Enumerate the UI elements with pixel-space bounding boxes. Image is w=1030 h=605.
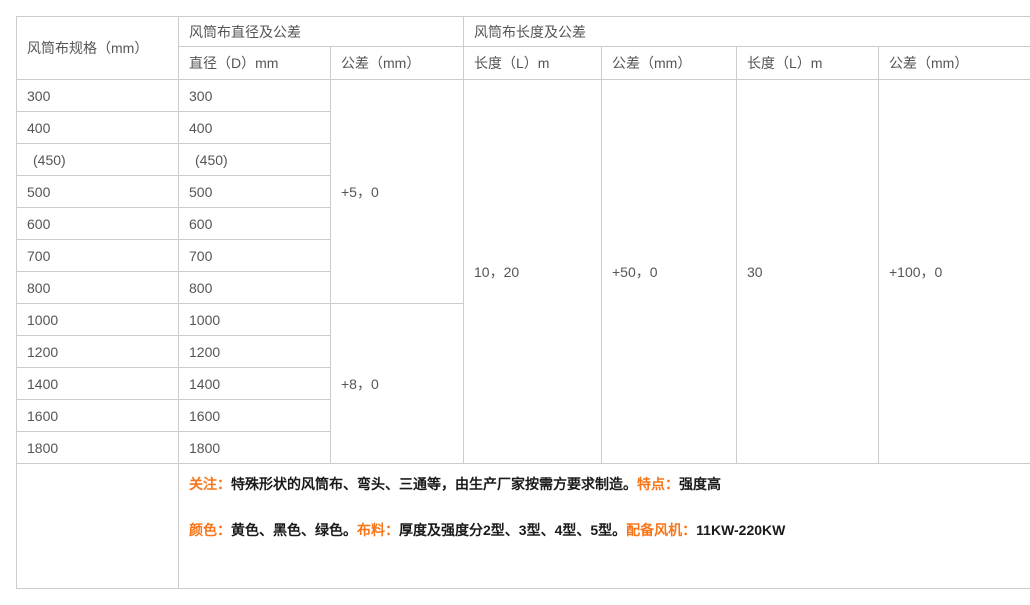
- duct-fabric-spec-table: 风筒布规格（mm） 风筒布直径及公差 风筒布长度及公差 直径（D）mm 公差（m…: [16, 16, 1030, 589]
- diameter-cell: 1200: [179, 336, 331, 368]
- note-label-fan: 配备风机：: [626, 522, 696, 538]
- spec-cell: 700: [17, 240, 179, 272]
- diameter-cell: 1400: [179, 368, 331, 400]
- spec-cell: 1800: [17, 432, 179, 464]
- note-label-attention: 关注：: [189, 476, 231, 492]
- spec-cell: 1200: [17, 336, 179, 368]
- diameter-cell: 700: [179, 240, 331, 272]
- note-text: 黄色、黑色、绿色。: [231, 522, 357, 538]
- notes-row: 关注：特殊形状的风筒布、弯头、三通等，由生产厂家按需方要求制造。特点：强度高 颜…: [17, 464, 1030, 589]
- note-label-feature: 特点：: [637, 476, 679, 492]
- note-line-2: 颜色：黄色、黑色、绿色。布料：厚度及强度分2型、3型、4型、5型。配备风机：11…: [189, 520, 1020, 540]
- header-length-2: 长度（L）m: [737, 47, 879, 80]
- spec-cell: 800: [17, 272, 179, 304]
- spec-cell: 1000: [17, 304, 179, 336]
- length-1-tolerance-cell: +50，0: [602, 80, 737, 464]
- header-length-1-tolerance: 公差（mm）: [602, 47, 737, 80]
- length-1-cell: 10，20: [464, 80, 602, 464]
- table-row: 300 300 +5，0 10，20 +50，0 30 +100，0: [17, 80, 1030, 112]
- notes-empty-cell: [17, 464, 179, 589]
- note-text: 强度高: [679, 476, 721, 492]
- diameter-cell: 300: [179, 80, 331, 112]
- notes-cell: 关注：特殊形状的风筒布、弯头、三通等，由生产厂家按需方要求制造。特点：强度高 颜…: [179, 464, 1030, 589]
- length-2-cell: 30: [737, 80, 879, 464]
- header-row-groups: 风筒布规格（mm） 风筒布直径及公差 风筒布长度及公差: [17, 17, 1030, 47]
- header-length-1: 长度（L）m: [464, 47, 602, 80]
- header-diameter-tolerance: 公差（mm）: [331, 47, 464, 80]
- header-length-group: 风筒布长度及公差: [464, 17, 1030, 47]
- header-length-2-tolerance: 公差（mm）: [879, 47, 1030, 80]
- diameter-tolerance-large-cell: +8，0: [331, 304, 464, 464]
- diameter-cell: 1600: [179, 400, 331, 432]
- spec-cell: 600: [17, 208, 179, 240]
- spec-cell: 1400: [17, 368, 179, 400]
- note-line-1: 关注：特殊形状的风筒布、弯头、三通等，由生产厂家按需方要求制造。特点：强度高: [189, 474, 1020, 494]
- header-spec: 风筒布规格（mm）: [17, 17, 179, 80]
- diameter-tolerance-small-cell: +5，0: [331, 80, 464, 304]
- diameter-cell: 1800: [179, 432, 331, 464]
- diameter-cell: 600: [179, 208, 331, 240]
- note-label-color: 颜色：: [189, 522, 231, 538]
- spec-cell: 1600: [17, 400, 179, 432]
- spec-cell: (450): [17, 144, 179, 176]
- diameter-cell: (450): [179, 144, 331, 176]
- note-text: 11KW-220KW: [696, 522, 785, 538]
- diameter-cell: 400: [179, 112, 331, 144]
- diameter-cell: 800: [179, 272, 331, 304]
- diameter-cell: 1000: [179, 304, 331, 336]
- spec-cell: 300: [17, 80, 179, 112]
- spec-cell: 500: [17, 176, 179, 208]
- spec-cell: 400: [17, 112, 179, 144]
- header-diameter: 直径（D）mm: [179, 47, 331, 80]
- diameter-cell: 500: [179, 176, 331, 208]
- header-diameter-group: 风筒布直径及公差: [179, 17, 464, 47]
- length-2-tolerance-cell: +100，0: [879, 80, 1030, 464]
- note-text: 厚度及强度分2型、3型、4型、5型。: [399, 522, 626, 538]
- note-text: 特殊形状的风筒布、弯头、三通等，由生产厂家按需方要求制造。: [231, 476, 637, 492]
- note-label-fabric: 布料：: [357, 522, 399, 538]
